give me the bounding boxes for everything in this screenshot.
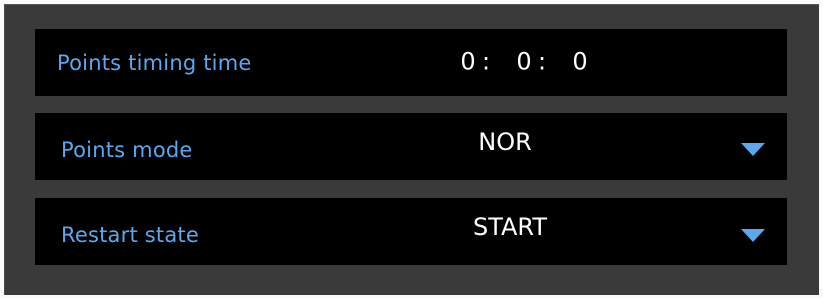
timing-separator-1: :: [481, 47, 491, 76]
points-mode-label: Points mode: [61, 137, 193, 162]
timing-separator-2: :: [537, 47, 547, 76]
triangle-down-icon[interactable]: [741, 143, 765, 156]
points-timing-label: Points timing time: [57, 50, 252, 75]
restart-state-label: Restart state: [61, 222, 199, 247]
points-timing-row: Points timing time 0 : 0 : 0: [35, 29, 787, 96]
restart-state-value[interactable]: START: [473, 213, 547, 241]
timing-minutes[interactable]: 0: [515, 47, 533, 75]
restart-state-dropdown[interactable]: Restart state START: [35, 198, 787, 265]
points-mode-dropdown[interactable]: Points mode NOR: [35, 113, 787, 180]
timing-seconds[interactable]: 0: [571, 47, 589, 75]
triangle-down-icon[interactable]: [741, 229, 765, 242]
points-mode-value[interactable]: NOR: [478, 128, 532, 156]
timing-hours[interactable]: 0: [459, 47, 477, 75]
points-timing-value[interactable]: 0 : 0 : 0: [459, 47, 589, 75]
settings-panel: Points timing time 0 : 0 : 0 Points mode…: [4, 4, 819, 295]
